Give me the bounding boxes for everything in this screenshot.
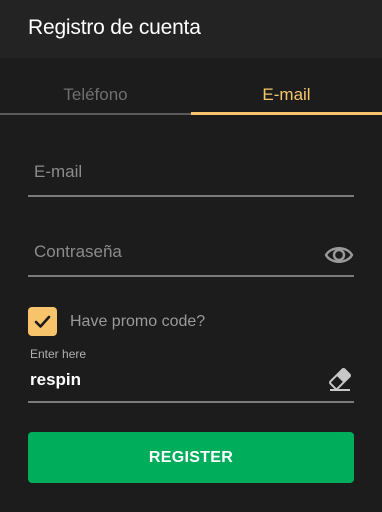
header: Registro de cuenta [0,0,382,58]
registration-screen: Registro de cuenta Teléfono E-mail Have … [0,0,382,512]
tab-active-indicator [191,112,382,115]
password-field [28,232,354,277]
promo-label: Have promo code? [70,313,206,330]
eraser-icon[interactable] [326,365,354,393]
page-title: Registro de cuenta [28,16,201,39]
tab-email[interactable]: E-mail [191,58,382,116]
password-input[interactable] [28,232,318,272]
eye-icon[interactable] [324,240,354,270]
email-input[interactable] [28,152,318,192]
register-button[interactable]: REGISTER [28,432,354,483]
email-underline [28,195,354,197]
promo-code-input[interactable] [28,365,318,395]
tab-divider [0,113,191,115]
promo-code-label: Enter here [30,347,87,361]
password-underline [28,275,354,277]
tab-bar: Teléfono E-mail [0,58,382,116]
email-field [28,152,354,197]
promo-code-underline [28,401,354,403]
promo-code-field: Enter here [28,345,354,403]
checkmark-icon [34,315,51,328]
promo-checkbox[interactable] [28,307,57,336]
tab-phone[interactable]: Teléfono [0,58,191,116]
promo-code-toggle: Have promo code? [28,307,354,337]
